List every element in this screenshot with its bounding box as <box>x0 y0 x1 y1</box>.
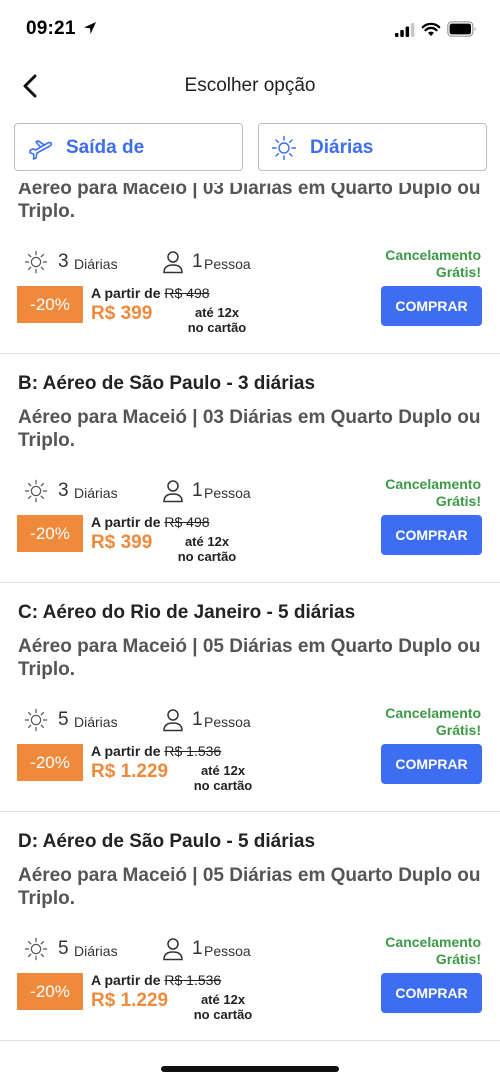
offer-card: B: Aéreo de São Paulo - 3 diárias Aéreo … <box>0 354 500 583</box>
sun-icon <box>24 708 48 732</box>
offer-description: Aéreo para Maceió | 05 Diárias em Quarto… <box>18 865 481 909</box>
installments-count: até 12x <box>200 992 246 1007</box>
nights-count: 5 <box>58 709 69 730</box>
free-cancellation-badge: Cancelamento Grátis! <box>385 247 481 280</box>
installments-count: até 12x <box>200 763 246 778</box>
people-label: Pessoa <box>204 256 251 272</box>
offer-title: B: Aéreo de São Paulo - 3 diárias <box>18 373 316 394</box>
offer-title: C: Aéreo do Rio de Janeiro - 5 diárias <box>18 602 356 623</box>
people-label: Pessoa <box>204 714 251 730</box>
nights-count: 3 <box>58 480 69 501</box>
old-price: R$ 498 <box>164 514 210 530</box>
old-price: R$ 498 <box>164 285 210 301</box>
current-price: R$ 1.229 <box>91 761 169 782</box>
people-label: Pessoa <box>204 943 251 959</box>
offer-title: D: Aéreo de São Paulo - 5 diárias <box>18 831 316 852</box>
home-indicator[interactable] <box>161 1066 339 1072</box>
installments-note: no cartão <box>193 1007 253 1022</box>
installments-count: até 12x <box>184 534 230 549</box>
discount-badge: -20% <box>17 973 83 1010</box>
person-icon <box>163 938 183 961</box>
buy-button[interactable]: COMPRAR <box>381 286 482 326</box>
offer-card: Aéreo para Maceió | 03 Diárias em Quarto… <box>0 183 500 354</box>
nights-count: 5 <box>58 938 69 959</box>
price-from: A partir de R$ 1.536 <box>91 972 221 988</box>
installments-info: até 12x no cartão <box>178 763 268 793</box>
current-price: R$ 1.229 <box>91 990 169 1011</box>
price-from-label: A partir de <box>91 285 161 301</box>
wifi-icon <box>421 22 441 36</box>
departure-filter-label: Saída de <box>66 137 145 158</box>
sun-icon <box>271 135 297 161</box>
installments-count: até 12x <box>194 305 240 320</box>
discount-badge: -20% <box>17 286 83 323</box>
price-from: A partir de R$ 498 <box>91 285 210 301</box>
free-cancellation-badge: Cancelamento Grátis! <box>385 705 481 738</box>
offer-card: D: Aéreo de São Paulo - 5 diárias Aéreo … <box>0 812 500 1041</box>
nights-label: Diárias <box>74 943 118 959</box>
signal-icon <box>395 23 415 37</box>
free-cancellation-badge: Cancelamento Grátis! <box>385 934 481 967</box>
current-price: R$ 399 <box>91 532 153 553</box>
sun-icon <box>24 937 48 961</box>
buy-button[interactable]: COMPRAR <box>381 744 482 784</box>
current-price: R$ 399 <box>91 303 153 324</box>
page-title: Escolher opção <box>184 75 316 96</box>
nav-bar: Escolher opção <box>0 60 500 112</box>
battery-icon <box>447 21 476 37</box>
installments-note: no cartão <box>193 778 253 793</box>
person-icon <box>163 251 183 274</box>
price-from-label: A partir de <box>91 743 161 759</box>
price-from-label: A partir de <box>91 972 161 988</box>
status-bar: 09:21 <box>0 0 500 60</box>
people-count: 1 <box>192 480 203 501</box>
status-time: 09:21 <box>26 18 76 39</box>
nights-label: Diárias <box>74 485 118 501</box>
nights-count: 3 <box>58 251 69 272</box>
price-from: A partir de R$ 498 <box>91 514 210 530</box>
nights-label: Diárias <box>74 256 118 272</box>
offer-description: Aéreo para Maceió | 05 Diárias em Quarto… <box>18 636 481 680</box>
nights-label: Diárias <box>74 714 118 730</box>
airplane-icon <box>29 140 53 160</box>
old-price: R$ 1.536 <box>164 972 222 988</box>
installments-info: até 12x no cartão <box>178 992 268 1022</box>
departure-filter-button[interactable]: Saída de <box>14 123 243 171</box>
sun-icon <box>24 479 48 503</box>
nights-filter-label: Diárias <box>310 137 374 158</box>
person-icon <box>163 709 183 732</box>
offer-description: Aéreo para Maceió | 03 Diárias em Quarto… <box>18 407 481 451</box>
people-count: 1 <box>192 709 203 730</box>
location-arrow-icon <box>84 22 96 34</box>
people-count: 1 <box>192 251 203 272</box>
discount-badge: -20% <box>17 515 83 552</box>
nights-filter-button[interactable]: Diárias <box>258 123 487 171</box>
installments-info: até 12x no cartão <box>172 305 262 335</box>
installments-info: até 12x no cartão <box>162 534 252 564</box>
free-cancellation-badge: Cancelamento Grátis! <box>385 476 481 509</box>
installments-note: no cartão <box>177 549 237 564</box>
price-from-label: A partir de <box>91 514 161 530</box>
offer-card: C: Aéreo do Rio de Janeiro - 5 diárias A… <box>0 583 500 812</box>
installments-note: no cartão <box>187 320 247 335</box>
people-label: Pessoa <box>204 485 251 501</box>
old-price: R$ 1.536 <box>164 743 222 759</box>
offer-description: Aéreo para Maceió | 03 Diárias em Quarto… <box>18 183 481 222</box>
options-list[interactable]: Aéreo para Maceió | 03 Diárias em Quarto… <box>0 183 500 1043</box>
person-icon <box>163 480 183 503</box>
people-count: 1 <box>192 938 203 959</box>
price-from: A partir de R$ 1.536 <box>91 743 221 759</box>
discount-badge: -20% <box>17 744 83 781</box>
buy-button[interactable]: COMPRAR <box>381 515 482 555</box>
sun-icon <box>24 250 48 274</box>
buy-button[interactable]: COMPRAR <box>381 973 482 1013</box>
